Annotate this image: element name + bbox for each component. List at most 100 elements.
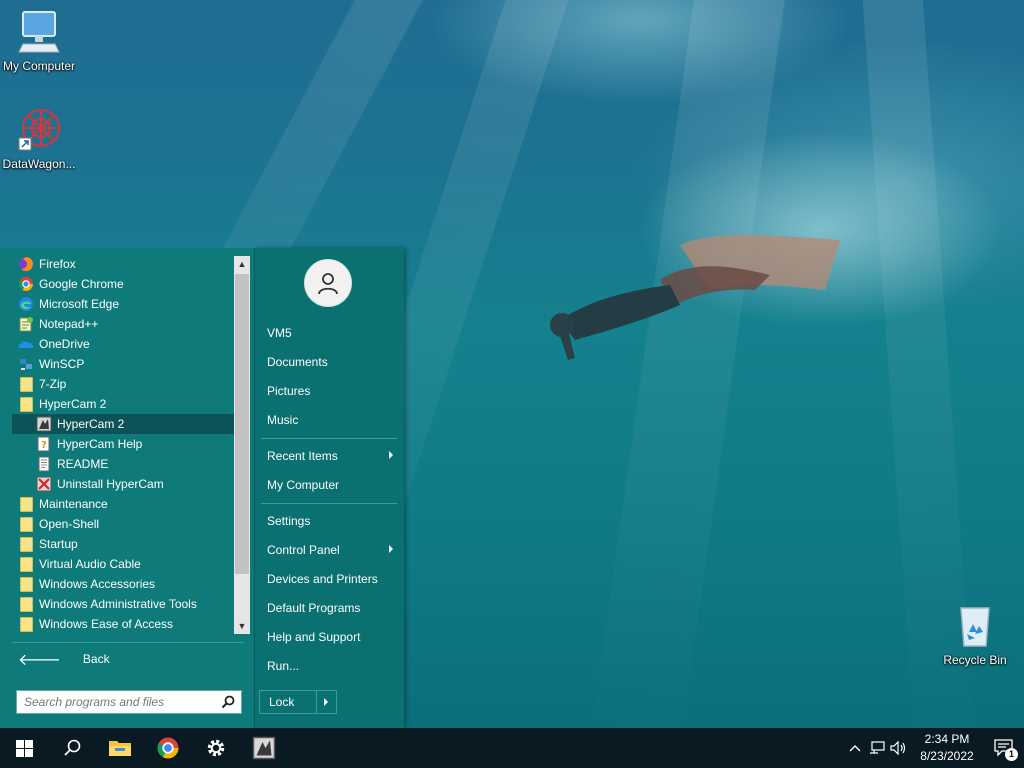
shutdown-options-chevron-icon[interactable] xyxy=(324,698,328,706)
program-folder-windows-accessories[interactable]: Windows Accessories xyxy=(12,574,234,594)
program-folder-7zip[interactable]: 7-Zip xyxy=(12,374,234,394)
program-item-readme[interactable]: README xyxy=(12,454,234,474)
menu-item-help-support[interactable]: Help and Support xyxy=(267,626,397,648)
clock[interactable]: 2:34 PM 8/23/2022 xyxy=(910,731,984,765)
program-label: Windows Ease of Access xyxy=(39,617,174,631)
scroll-up-arrow[interactable]: ▲ xyxy=(234,256,250,272)
folder-icon xyxy=(18,496,34,512)
program-label: Firefox xyxy=(39,257,76,271)
scroll-down-arrow[interactable]: ▼ xyxy=(234,618,250,634)
menu-label: Control Panel xyxy=(267,543,340,557)
folder-icon xyxy=(18,396,34,412)
divider xyxy=(261,438,397,439)
taskbar-settings[interactable] xyxy=(192,728,240,768)
menu-item-my-computer[interactable]: My Computer xyxy=(267,474,397,496)
recycle-bin-icon xyxy=(960,607,990,647)
menu-item-documents[interactable]: Documents xyxy=(267,351,397,373)
desktop-icon-datawagon[interactable]: DataWagon... xyxy=(0,106,79,171)
desktop-icon-recycle-bin[interactable]: Recycle Bin xyxy=(935,602,1015,667)
program-item-firefox[interactable]: Firefox xyxy=(12,254,234,274)
program-label: Google Chrome xyxy=(39,277,124,291)
menu-item-settings[interactable]: Settings xyxy=(267,510,397,532)
desktop-icon-label: DataWagon... xyxy=(2,157,76,171)
program-item-edge[interactable]: Microsoft Edge xyxy=(12,294,234,314)
action-center-button[interactable]: 1 xyxy=(984,728,1024,768)
gear-icon xyxy=(207,739,225,757)
arrow-left-icon: 🡐 xyxy=(18,651,61,669)
menu-item-user[interactable]: VM5 xyxy=(267,322,397,344)
program-label: Startup xyxy=(39,537,78,551)
desktop-icon-label: Recycle Bin xyxy=(943,653,1007,667)
program-folder-hypercam[interactable]: HyperCam 2 xyxy=(12,394,234,414)
menu-label: Help and Support xyxy=(267,630,361,644)
desktop-icon-my-computer[interactable]: My Computer xyxy=(0,8,79,73)
search-icon[interactable] xyxy=(221,695,235,709)
start-menu: Firefox Google Chrome Microsoft Edge Not… xyxy=(0,248,404,728)
taskbar-chrome[interactable] xyxy=(144,728,192,768)
program-folder-windows-ease-of-access[interactable]: Windows Ease of Access xyxy=(12,614,234,634)
menu-label: Run... xyxy=(267,659,300,673)
document-icon xyxy=(36,456,52,472)
notification-count-badge: 1 xyxy=(1005,748,1018,761)
taskbar: 2:34 PM 8/23/2022 1 xyxy=(0,728,1024,768)
desktop-icon-label: My Computer xyxy=(2,59,76,73)
menu-item-run[interactable]: Run... xyxy=(267,655,397,677)
program-folder-virtual-audio-cable[interactable]: Virtual Audio Cable xyxy=(12,554,234,574)
menu-item-pictures[interactable]: Pictures xyxy=(267,380,397,402)
program-item-notepadpp[interactable]: Notepad++ xyxy=(12,314,234,334)
volume-button[interactable] xyxy=(888,728,910,768)
diver-image xyxy=(550,235,840,360)
program-label: Open-Shell xyxy=(39,517,100,531)
program-item-hypercam-help[interactable]: ? HyperCam Help xyxy=(12,434,234,454)
menu-item-recent-items[interactable]: Recent Items xyxy=(267,445,397,467)
program-item-onedrive[interactable]: OneDrive xyxy=(12,334,234,354)
program-label: HyperCam 2 xyxy=(39,397,107,411)
folder-icon xyxy=(18,536,34,552)
program-label: Uninstall HyperCam xyxy=(57,477,164,491)
user-avatar[interactable] xyxy=(304,259,352,307)
show-hidden-icons-button[interactable] xyxy=(844,728,866,768)
program-list-scrollbar[interactable]: ▲ ▼ xyxy=(234,256,250,634)
program-item-winscp[interactable]: WinSCP xyxy=(12,354,234,374)
taskbar-search-button[interactable] xyxy=(48,728,96,768)
search-icon xyxy=(64,739,81,756)
scrollbar-thumb[interactable] xyxy=(235,274,249,574)
uninstall-icon xyxy=(36,476,52,492)
lock-label: Lock xyxy=(269,695,295,709)
program-item-chrome[interactable]: Google Chrome xyxy=(12,274,234,294)
taskbar-file-explorer[interactable] xyxy=(96,728,144,768)
hypercam-icon xyxy=(252,736,276,760)
program-label: OneDrive xyxy=(39,337,90,351)
clock-time: 2:34 PM xyxy=(924,732,970,746)
program-label: WinSCP xyxy=(39,357,85,371)
lock-button[interactable]: Lock xyxy=(259,690,337,714)
menu-item-default-programs[interactable]: Default Programs xyxy=(267,597,397,619)
program-folder-open-shell[interactable]: Open-Shell xyxy=(12,514,234,534)
back-label: Back xyxy=(82,652,110,666)
menu-item-control-panel[interactable]: Control Panel xyxy=(267,539,397,561)
program-folder-windows-admin-tools[interactable]: Windows Administrative Tools xyxy=(12,594,234,614)
program-label: Virtual Audio Cable xyxy=(39,557,141,571)
program-folder-maintenance[interactable]: Maintenance xyxy=(12,494,234,514)
taskbar-hypercam[interactable] xyxy=(240,728,288,768)
system-tray: 2:34 PM 8/23/2022 1 xyxy=(844,728,1024,768)
chevron-right-icon xyxy=(389,451,393,459)
program-item-uninstall-hypercam[interactable]: Uninstall HyperCam xyxy=(12,474,234,494)
program-label: README xyxy=(57,457,109,471)
file-explorer-icon xyxy=(109,741,131,756)
menu-item-devices-printers[interactable]: Devices and Printers xyxy=(267,568,397,590)
program-item-hypercam[interactable]: HyperCam 2 xyxy=(12,414,234,434)
notepadpp-icon xyxy=(18,316,34,332)
edge-icon xyxy=(18,296,34,312)
back-button[interactable]: 🡐 Back xyxy=(12,648,242,670)
program-folder-startup[interactable]: Startup xyxy=(12,534,234,554)
search-input[interactable] xyxy=(24,695,214,709)
network-button[interactable] xyxy=(866,728,888,768)
folder-icon xyxy=(18,576,34,592)
start-button[interactable] xyxy=(0,728,48,768)
divider xyxy=(12,642,244,643)
search-box[interactable] xyxy=(16,690,242,714)
menu-item-music[interactable]: Music xyxy=(267,409,397,431)
program-label: 7-Zip xyxy=(39,377,67,391)
svg-text:?: ? xyxy=(41,440,47,451)
